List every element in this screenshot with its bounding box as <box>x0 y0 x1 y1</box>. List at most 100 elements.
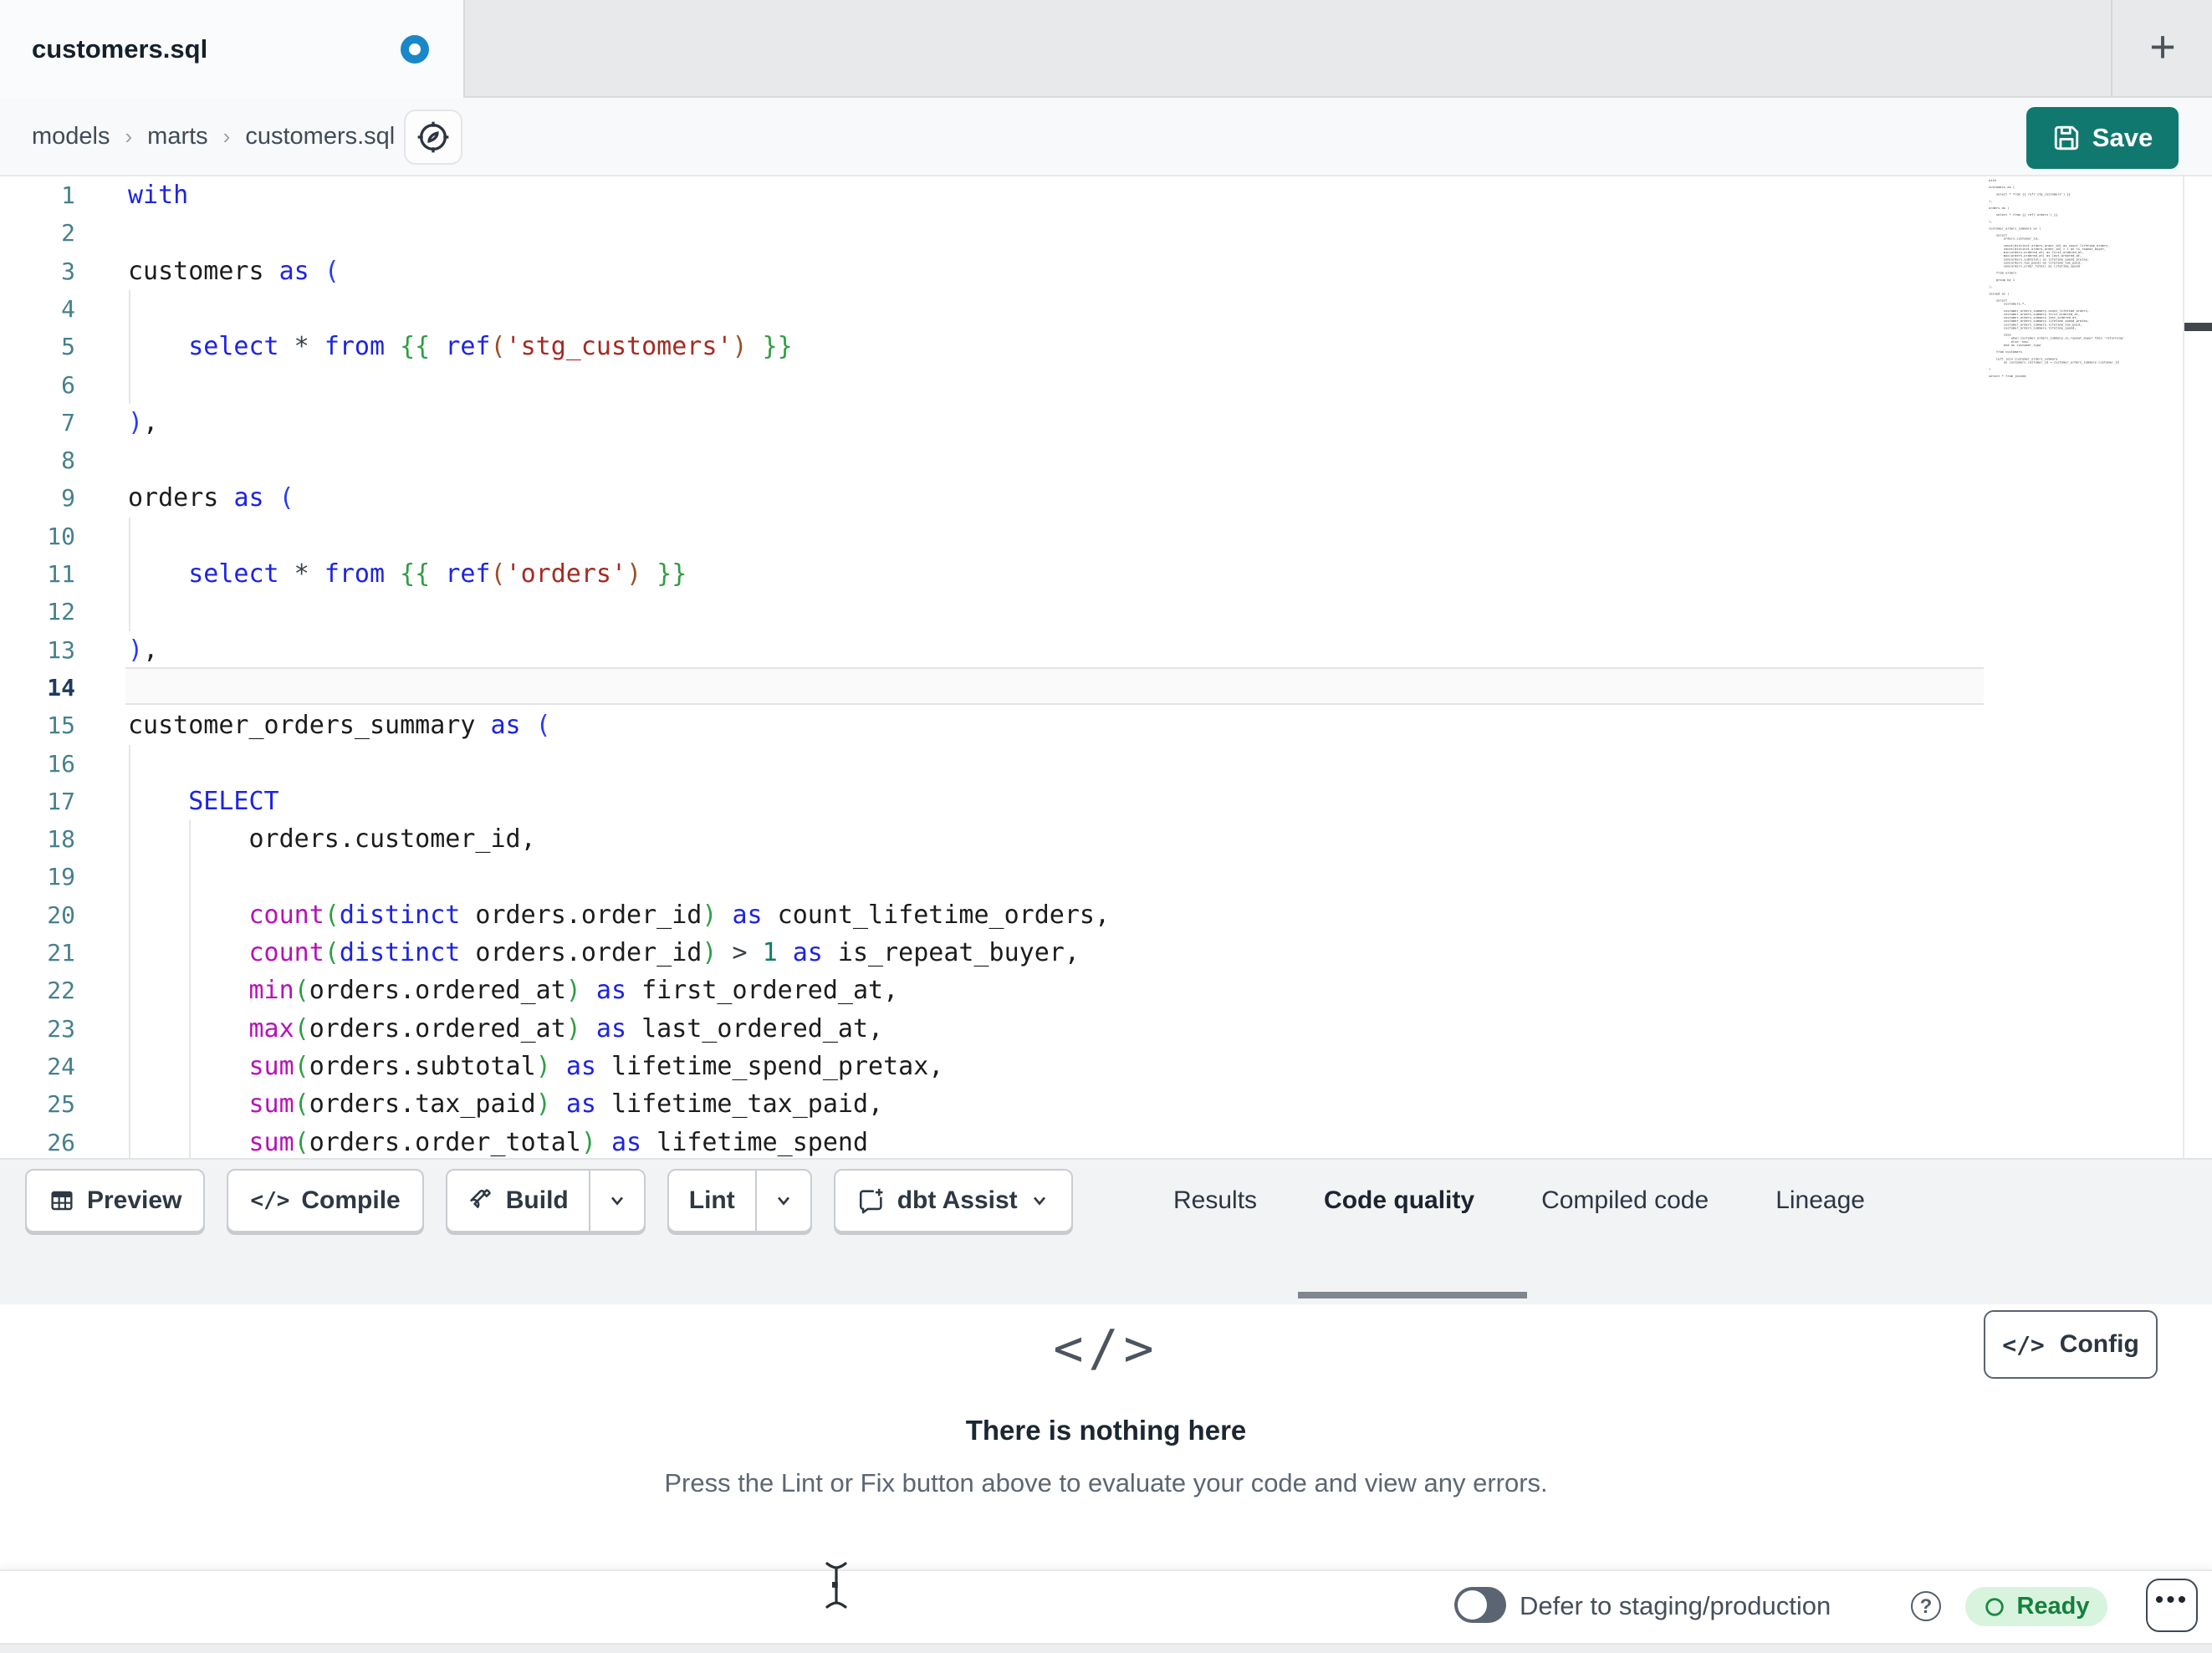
toggle-knob <box>1458 1590 1487 1620</box>
build-label: Build <box>505 1186 569 1214</box>
compile-label: Compile <box>301 1186 401 1214</box>
lint-label: Lint <box>688 1186 735 1214</box>
code-line: count(distinct orders.order_id) as count… <box>248 900 1111 930</box>
line-number: 20 <box>47 900 75 929</box>
code-line: min(orders.ordered_at) as first_ordered_… <box>248 976 899 1006</box>
ellipsis-icon: ••• <box>2154 1586 2189 1614</box>
lint-dropdown-button[interactable] <box>754 1171 810 1231</box>
bottom-strip <box>0 1643 2212 1653</box>
line-number: 16 <box>47 749 75 778</box>
chevron-down-icon <box>777 1196 789 1206</box>
code-brackets-icon: </> <box>1053 1319 1159 1378</box>
unsaved-changes-dot-icon <box>401 35 429 64</box>
dbt-assist-button[interactable]: dbt Assist <box>833 1169 1073 1232</box>
line-number: 26 <box>47 1128 75 1156</box>
help-icon[interactable]: ? <box>1911 1591 1941 1621</box>
code-line: customers as ( <box>128 256 340 286</box>
line-number: 10 <box>47 522 75 550</box>
line-number: 17 <box>47 787 75 815</box>
defer-toggle[interactable] <box>1454 1587 1506 1623</box>
tab-compiled-code[interactable]: Compiled code <box>1541 1186 1709 1215</box>
code-line: with <box>128 181 189 210</box>
config-button[interactable]: </> Config <box>1984 1310 2158 1379</box>
code-line: count(distinct orders.order_id) > 1 as i… <box>248 938 1080 967</box>
code-line: sum(orders.tax_paid) as lifetime_tax_pai… <box>248 1089 884 1120</box>
breadcrumb-marts[interactable]: marts <box>147 123 208 151</box>
tab-code-quality[interactable]: Code quality <box>1324 1186 1474 1215</box>
save-button[interactable]: Save <box>2026 107 2179 169</box>
line-number: 3 <box>61 257 75 285</box>
save-label: Save <box>2092 123 2153 152</box>
active-line-highlight <box>125 667 1984 705</box>
tab-results[interactable]: Results <box>1173 1186 1257 1215</box>
build-dropdown-button[interactable] <box>588 1171 644 1231</box>
minimap[interactable]: with customers as ( select * from {{ ref… <box>1989 179 2183 1149</box>
active-tab-underline <box>1298 1292 1527 1298</box>
code-line: ), <box>128 635 159 665</box>
breadcrumb-separator: › <box>222 123 231 149</box>
defer-label: Defer to staging/production <box>1520 1591 1831 1620</box>
breadcrumb-file[interactable]: customers.sql <box>245 123 395 151</box>
config-label: Config <box>2059 1330 2139 1358</box>
ready-label: Ready <box>2016 1593 2090 1620</box>
line-number: 23 <box>47 1014 75 1043</box>
table-icon <box>51 1191 73 1211</box>
line-number: 24 <box>47 1052 75 1080</box>
line-number: 12 <box>47 598 75 626</box>
line-number: 14 <box>47 673 75 702</box>
tab-lineage[interactable]: Lineage <box>1775 1186 1865 1215</box>
preview-button[interactable]: Preview <box>25 1169 206 1232</box>
empty-state: </> There is nothing here Press the Lint… <box>0 1304 2212 1498</box>
line-number: 15 <box>47 712 75 740</box>
assist-label: dbt Assist <box>897 1186 1018 1214</box>
assist-chat-icon <box>859 1188 883 1214</box>
compass-icon <box>417 121 449 153</box>
code-line: orders.customer_id, <box>128 824 536 855</box>
more-options-button[interactable]: ••• <box>2146 1579 2198 1632</box>
code-line: select * from {{ ref('orders') }} <box>188 559 687 589</box>
breadcrumb: models › marts › customers.sql <box>32 98 395 175</box>
code-brackets-icon: </> <box>2002 1330 2045 1359</box>
overview-ruler-marker <box>2184 323 2212 331</box>
line-number: 6 <box>61 370 75 399</box>
code-line: sum(orders.order_total) as lifetime_spen… <box>248 1127 869 1157</box>
line-number: 9 <box>61 484 75 513</box>
ibeam-cursor-icon <box>825 1562 847 1609</box>
ready-circle-icon <box>1985 1597 2005 1616</box>
toolbar-buttons: Preview </> Compile Build Lint dbt Assis… <box>25 1169 1073 1232</box>
save-icon <box>2054 125 2078 151</box>
wrench-icon <box>470 1189 491 1208</box>
build-button[interactable]: Build <box>447 1171 589 1231</box>
code-line: max(orders.ordered_at) as last_ordered_a… <box>248 1013 884 1043</box>
compile-button[interactable]: </> Compile <box>227 1169 424 1232</box>
line-number: 1 <box>61 181 75 209</box>
preview-label: Preview <box>87 1186 182 1214</box>
line-number: 7 <box>61 408 75 436</box>
new-tab-button[interactable]: + <box>2138 22 2188 75</box>
tab-strip-divider <box>2111 0 2112 96</box>
line-number: 21 <box>47 939 75 967</box>
line-number: 22 <box>47 977 75 1005</box>
line-number: 11 <box>47 560 75 588</box>
line-number: 19 <box>47 863 75 891</box>
build-split-button: Build <box>445 1169 646 1232</box>
code-brackets-icon: </> <box>250 1188 290 1213</box>
tab-title: customers.sql <box>32 34 208 64</box>
line-number: 25 <box>47 1090 75 1119</box>
lint-split-button: Lint <box>667 1169 812 1232</box>
code-line: SELECT <box>188 786 279 816</box>
code-line: orders as ( <box>128 483 294 513</box>
line-number: 8 <box>61 446 75 475</box>
line-number: 4 <box>61 294 75 323</box>
code-line: select * from {{ ref('stg_customers') }} <box>188 332 793 362</box>
status-badge: Ready <box>1965 1587 2107 1626</box>
breadcrumb-separator: › <box>125 123 133 149</box>
code-line: sum(orders.subtotal) as lifetime_spend_p… <box>248 1051 944 1081</box>
status-bar <box>0 1569 2212 1643</box>
lint-button[interactable]: Lint <box>669 1171 755 1231</box>
tab-customers-sql[interactable]: customers.sql <box>0 0 465 99</box>
chevron-down-icon <box>1033 1196 1045 1206</box>
breadcrumb-models[interactable]: models <box>32 123 110 151</box>
chevron-down-icon <box>610 1196 623 1206</box>
navigate-compass-button[interactable] <box>404 110 462 165</box>
